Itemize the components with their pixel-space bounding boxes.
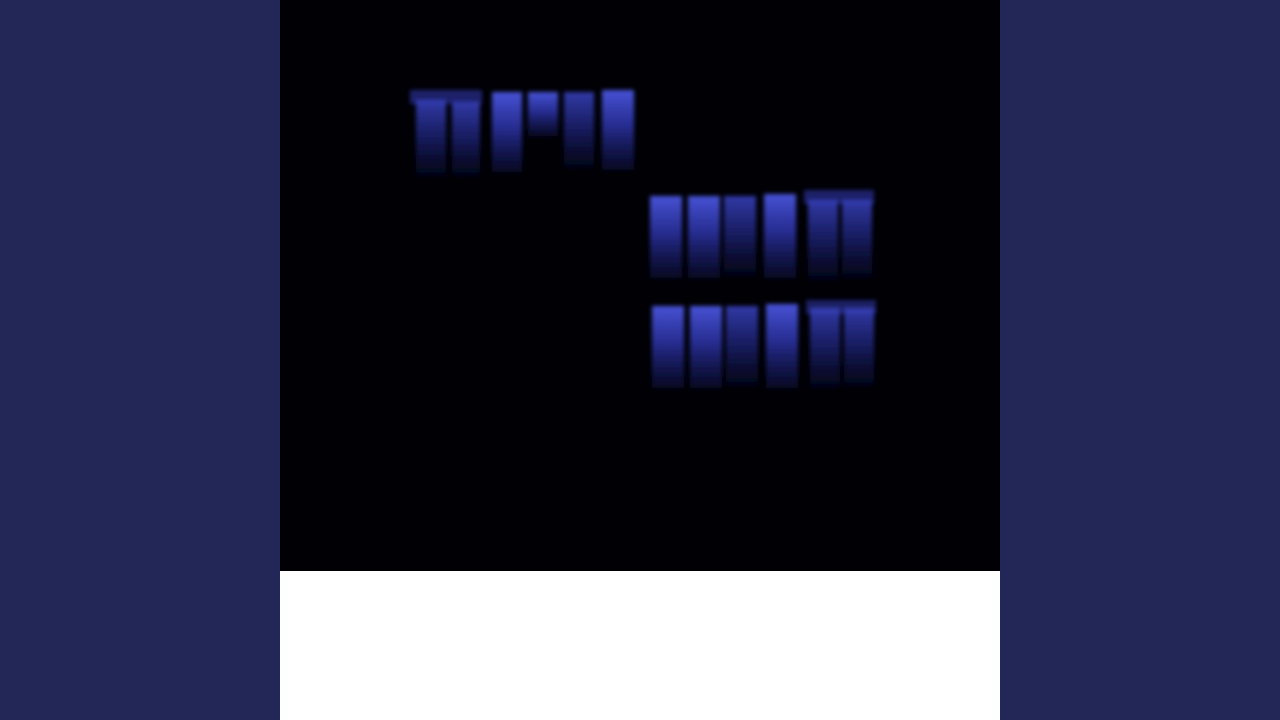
band (650, 196, 682, 278)
white-bottom-strip (280, 571, 1000, 720)
right-pillarbox (1000, 0, 1280, 720)
band (810, 308, 840, 388)
band (726, 306, 758, 386)
band (724, 196, 756, 276)
artwork-photo (280, 0, 1000, 571)
band (492, 92, 522, 172)
band (602, 90, 634, 170)
band (652, 306, 684, 388)
band (564, 92, 594, 168)
upper-left-band-row (410, 90, 634, 176)
band (764, 194, 796, 278)
left-pillarbox (0, 0, 280, 720)
band (844, 308, 874, 386)
band (808, 200, 838, 280)
band (690, 306, 722, 388)
band (452, 102, 480, 176)
blue-bands-image (410, 90, 876, 388)
band (842, 200, 872, 278)
album-artwork (280, 0, 1000, 720)
video-frame (0, 0, 1280, 720)
band (528, 92, 558, 136)
band (416, 100, 446, 176)
middle-right-band-row (650, 190, 874, 280)
band (688, 196, 720, 278)
lower-right-band-row (652, 300, 876, 388)
band (766, 304, 798, 388)
